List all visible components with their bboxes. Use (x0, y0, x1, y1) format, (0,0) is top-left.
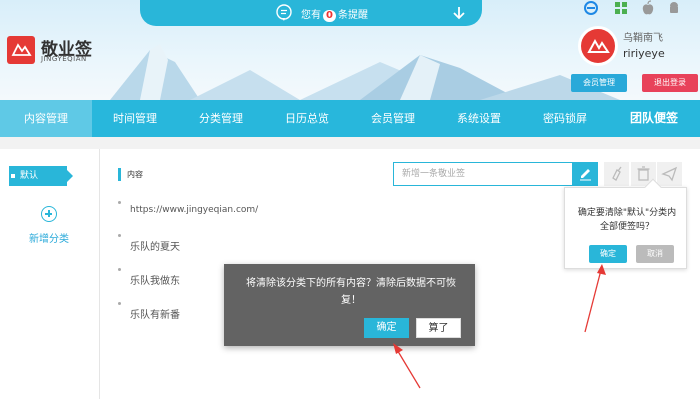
notification-prefix: 您有 (301, 10, 321, 21)
category-sidebar: 默认 新增分类 (0, 149, 100, 399)
content-gap (0, 137, 700, 149)
app-header: 您有 0 条提醒 敬业签 JINGYEQIAN 乌鞘南飞 ririyeye 会员管理… (0, 0, 700, 100)
note-text: 乐队的夏天 (130, 242, 180, 253)
notification-count-badge: 0 (323, 10, 336, 22)
logout-button[interactable]: 退出登录 (642, 74, 698, 92)
nav-password-lock[interactable]: 密码锁屏 (522, 100, 608, 137)
note-text: 乐队我做东 (130, 276, 180, 287)
clear-button[interactable] (604, 162, 629, 186)
clear-confirm-dialog: 将清除该分类下的所有内容？清除后数据不可恢复！ 确定 算了 (224, 264, 475, 346)
ie-icon[interactable] (583, 0, 599, 16)
user-name: 乌鞘南飞 (623, 33, 663, 44)
popover-message: 确定要清除"默认"分类内全部便签吗？ (577, 208, 677, 232)
windows-icon[interactable] (613, 0, 629, 16)
notification-bar[interactable]: 您有 0 条提醒 (140, 0, 482, 26)
notification-text: 您有 0 条提醒 (301, 6, 368, 22)
dialog-confirm-button[interactable]: 确定 (364, 318, 409, 338)
nav-member-management[interactable]: 会员管理 (350, 100, 436, 137)
paper-plane-icon (661, 166, 678, 182)
sidebar-item-default[interactable]: 默认 (9, 166, 73, 186)
apple-icon[interactable] (640, 0, 656, 16)
tab-content[interactable]: 内容 (127, 169, 143, 180)
bullet-icon (118, 268, 121, 271)
tab-indicator (118, 168, 121, 181)
user-id: ririyeye (623, 47, 665, 60)
chat-bubble-icon (276, 4, 292, 21)
broom-icon (612, 166, 622, 181)
bullet-icon (118, 201, 121, 204)
nav-calendar-overview[interactable]: 日历总览 (264, 100, 350, 137)
new-note-input[interactable]: 新增一条敬业签 (393, 162, 573, 186)
nav-system-settings[interactable]: 系统设置 (436, 100, 522, 137)
nav-time-management[interactable]: 时间管理 (92, 100, 178, 137)
pencil-icon (580, 169, 591, 181)
plus-circle-icon[interactable] (41, 206, 57, 222)
bullet-icon (118, 234, 121, 237)
popover-cancel-button[interactable]: 取消 (636, 245, 674, 263)
logo-subtitle: JINGYEQIAN (41, 55, 87, 63)
add-category-link[interactable]: 新增分类 (29, 230, 69, 245)
clear-category-popover: 确定要清除"默认"分类内全部便签吗？ 确定 取消 (564, 178, 687, 269)
note-text: 乐队有新番 (130, 310, 180, 321)
avatar[interactable] (578, 26, 618, 66)
sidebar-item-label: 默认 (20, 171, 39, 181)
bullet-icon (118, 302, 121, 305)
logo-icon[interactable] (7, 36, 35, 64)
nav-content-management[interactable]: 内容管理 (0, 100, 92, 137)
dialog-message: 将清除该分类下的所有内容？清除后数据不可恢复！ (246, 278, 456, 306)
active-dot-icon (11, 174, 15, 178)
android-icon[interactable] (666, 0, 682, 16)
dialog-cancel-button[interactable]: 算了 (416, 318, 461, 338)
send-button[interactable] (657, 162, 682, 186)
member-management-button[interactable]: 会员管理 (571, 74, 627, 92)
note-text: https://www.jingyeqian.com/ (130, 205, 259, 215)
main-nav: 内容管理 时间管理 分类管理 日历总览 会员管理 系统设置 密码锁屏 团队便签 (0, 100, 700, 137)
popover-confirm-button[interactable]: 确定 (589, 245, 627, 263)
notification-suffix: 条提醒 (337, 10, 368, 21)
nav-team-notes[interactable]: 团队便签 (608, 100, 700, 137)
nav-category-management[interactable]: 分类管理 (178, 100, 264, 137)
edit-button[interactable] (573, 162, 598, 186)
arrow-down-icon[interactable] (451, 5, 467, 21)
